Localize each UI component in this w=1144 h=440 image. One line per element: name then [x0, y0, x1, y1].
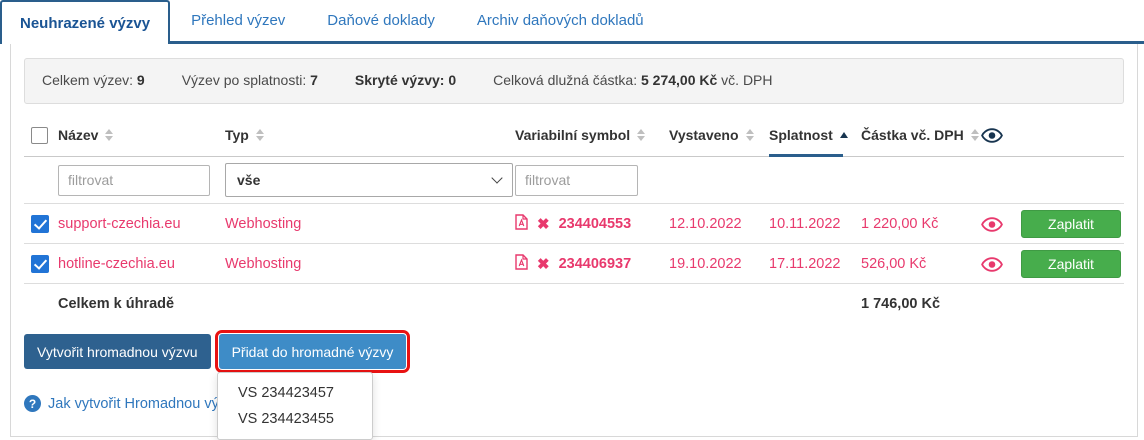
row-action-cell: Zaplatit — [1021, 210, 1124, 238]
sort-asc-icon — [840, 132, 848, 138]
column-header-label: Částka vč. DPH — [861, 127, 964, 143]
row-name-link[interactable]: hotline-czechia.eu — [58, 256, 225, 272]
tab-bar: Neuhrazené výzvy Přehled výzev Daňové do… — [0, 0, 1144, 44]
total-amount: 1 746,00 Kč — [861, 296, 981, 312]
column-header-label: Vystaveno — [669, 127, 739, 143]
row-checkbox-cell — [24, 215, 58, 233]
summary-value: 7 — [310, 72, 318, 88]
remove-icon[interactable]: ✖ — [537, 217, 550, 232]
column-header-name[interactable]: Název — [58, 114, 225, 156]
column-header-due-date[interactable]: Splatnost — [769, 114, 861, 156]
row-amount: 1 220,00 Kč — [861, 216, 981, 232]
column-header-label: Název — [58, 127, 98, 143]
tab-requests-overview[interactable]: Přehled výzev — [170, 0, 306, 41]
column-header-amount[interactable]: Částka vč. DPH — [861, 114, 981, 156]
total-label: Celkem k úhradě — [58, 296, 515, 312]
row-checkbox-cell — [24, 255, 58, 273]
summary-label: Skryté výzvy: — [355, 72, 445, 88]
row-type: Webhosting — [225, 256, 515, 272]
name-filter-cell — [58, 165, 225, 196]
column-header-type[interactable]: Typ — [225, 114, 515, 156]
summary-bar: Celkem výzev: 9 Výzev po splatnosti: 7 S… — [24, 58, 1124, 104]
summary-total-requests: Celkem výzev: 9 — [42, 72, 145, 90]
type-filter-select[interactable]: vše — [225, 163, 513, 197]
type-filter-value: vše — [237, 172, 260, 188]
row-due-date: 17.11.2022 — [769, 256, 861, 272]
sort-icon — [971, 129, 979, 141]
pay-button[interactable]: Zaplatit — [1021, 250, 1121, 278]
row-issued-date: 19.10.2022 — [669, 256, 769, 272]
vs-filter-input[interactable] — [515, 165, 638, 196]
vs-filter-cell — [515, 165, 669, 196]
tab-tax-documents-archive[interactable]: Archiv daňových dokladů — [456, 0, 665, 41]
name-filter-input[interactable] — [58, 165, 210, 196]
column-header-visibility[interactable] — [981, 115, 1021, 156]
row-checkbox[interactable] — [31, 255, 49, 273]
dropdown-item-vs[interactable]: VS 234423455 — [218, 406, 372, 432]
column-header-label: Variabilní symbol — [515, 127, 630, 143]
add-to-bulk-request-button[interactable]: Přidat do hromadné výzvy — [219, 334, 407, 369]
help-link-label: Jak vytvořit Hromadnou výzvu — [48, 396, 241, 412]
row-issued-date: 12.10.2022 — [669, 216, 769, 232]
row-variable-symbol[interactable]: 234406937 — [559, 256, 632, 272]
row-vs-cell: ✖ 234406937 — [515, 254, 669, 274]
summary-value: 0 — [448, 72, 456, 88]
column-header-issued[interactable]: Vystaveno — [669, 114, 769, 156]
chevron-down-icon — [491, 172, 502, 183]
row-name-link[interactable]: support-czechia.eu — [58, 216, 225, 232]
row-eye-icon[interactable] — [981, 257, 1021, 272]
column-header-label: Splatnost — [769, 127, 833, 143]
select-all-checkbox[interactable] — [31, 127, 48, 144]
summary-label: Výzev po splatnosti: — [182, 72, 307, 88]
unpaid-requests-panel: Celkem výzev: 9 Výzev po splatnosti: 7 S… — [10, 44, 1138, 437]
row-variable-symbol[interactable]: 234404553 — [559, 216, 632, 232]
filter-row: vše — [24, 157, 1124, 204]
row-type: Webhosting — [225, 216, 515, 232]
summary-total-due: Celková dlužná částka: 5 274,00 Kč vč. D… — [493, 72, 772, 90]
row-action-cell: Zaplatit — [1021, 250, 1124, 278]
summary-suffix: vč. DPH — [721, 72, 772, 88]
table-row: hotline-czechia.eu Webhosting ✖ 23440693… — [24, 244, 1124, 284]
dropdown-item-vs[interactable]: VS 234423457 — [218, 380, 372, 406]
total-row: Celkem k úhradě 1 746,00 Kč — [24, 284, 1124, 324]
bulk-actions: Vytvořit hromadnou výzvu Přidat do hroma… — [24, 334, 1124, 369]
create-bulk-request-button[interactable]: Vytvořit hromadnou výzvu — [24, 334, 211, 369]
tab-unpaid-requests[interactable]: Neuhrazené výzvy — [0, 0, 170, 44]
column-header-variable-symbol[interactable]: Variabilní symbol — [515, 114, 669, 156]
pay-button[interactable]: Zaplatit — [1021, 210, 1121, 238]
summary-value: 5 274,00 Kč — [641, 72, 717, 88]
sort-icon — [256, 129, 264, 141]
column-header-label: Typ — [225, 127, 249, 143]
requests-table: Název Typ Variabilní symbol Vystaveno Sp… — [24, 114, 1124, 324]
row-vs-cell: ✖ 234404553 — [515, 214, 669, 234]
row-checkbox[interactable] — [31, 215, 49, 233]
row-eye-icon[interactable] — [981, 217, 1021, 232]
bulk-request-dropdown: VS 234423457 VS 234423455 — [217, 372, 373, 440]
type-filter-cell: vše — [225, 163, 515, 197]
sort-icon — [105, 129, 113, 141]
sort-icon — [637, 129, 645, 141]
remove-icon[interactable]: ✖ — [537, 257, 550, 272]
summary-value: 9 — [137, 72, 145, 88]
row-due-date: 10.11.2022 — [769, 216, 861, 232]
table-row: support-czechia.eu Webhosting ✖ 23440455… — [24, 204, 1124, 244]
summary-label: Celkem výzev: — [42, 72, 133, 88]
question-icon: ? — [24, 395, 41, 412]
summary-hidden-requests: Skryté výzvy: 0 — [355, 72, 456, 90]
tab-tax-documents[interactable]: Daňové doklady — [306, 0, 456, 41]
sort-icon — [746, 129, 754, 141]
help-link[interactable]: ? Jak vytvořit Hromadnou výzvu — [24, 395, 241, 412]
pdf-icon[interactable] — [515, 254, 528, 274]
eye-icon — [981, 128, 1003, 143]
table-header-row: Název Typ Variabilní symbol Vystaveno Sp… — [24, 114, 1124, 157]
row-amount: 526,00 Kč — [861, 256, 981, 272]
summary-label: Celková dlužná částka: — [493, 72, 637, 88]
header-checkbox-cell — [24, 127, 58, 144]
pdf-icon[interactable] — [515, 214, 528, 234]
summary-overdue-requests: Výzev po splatnosti: 7 — [182, 72, 318, 90]
